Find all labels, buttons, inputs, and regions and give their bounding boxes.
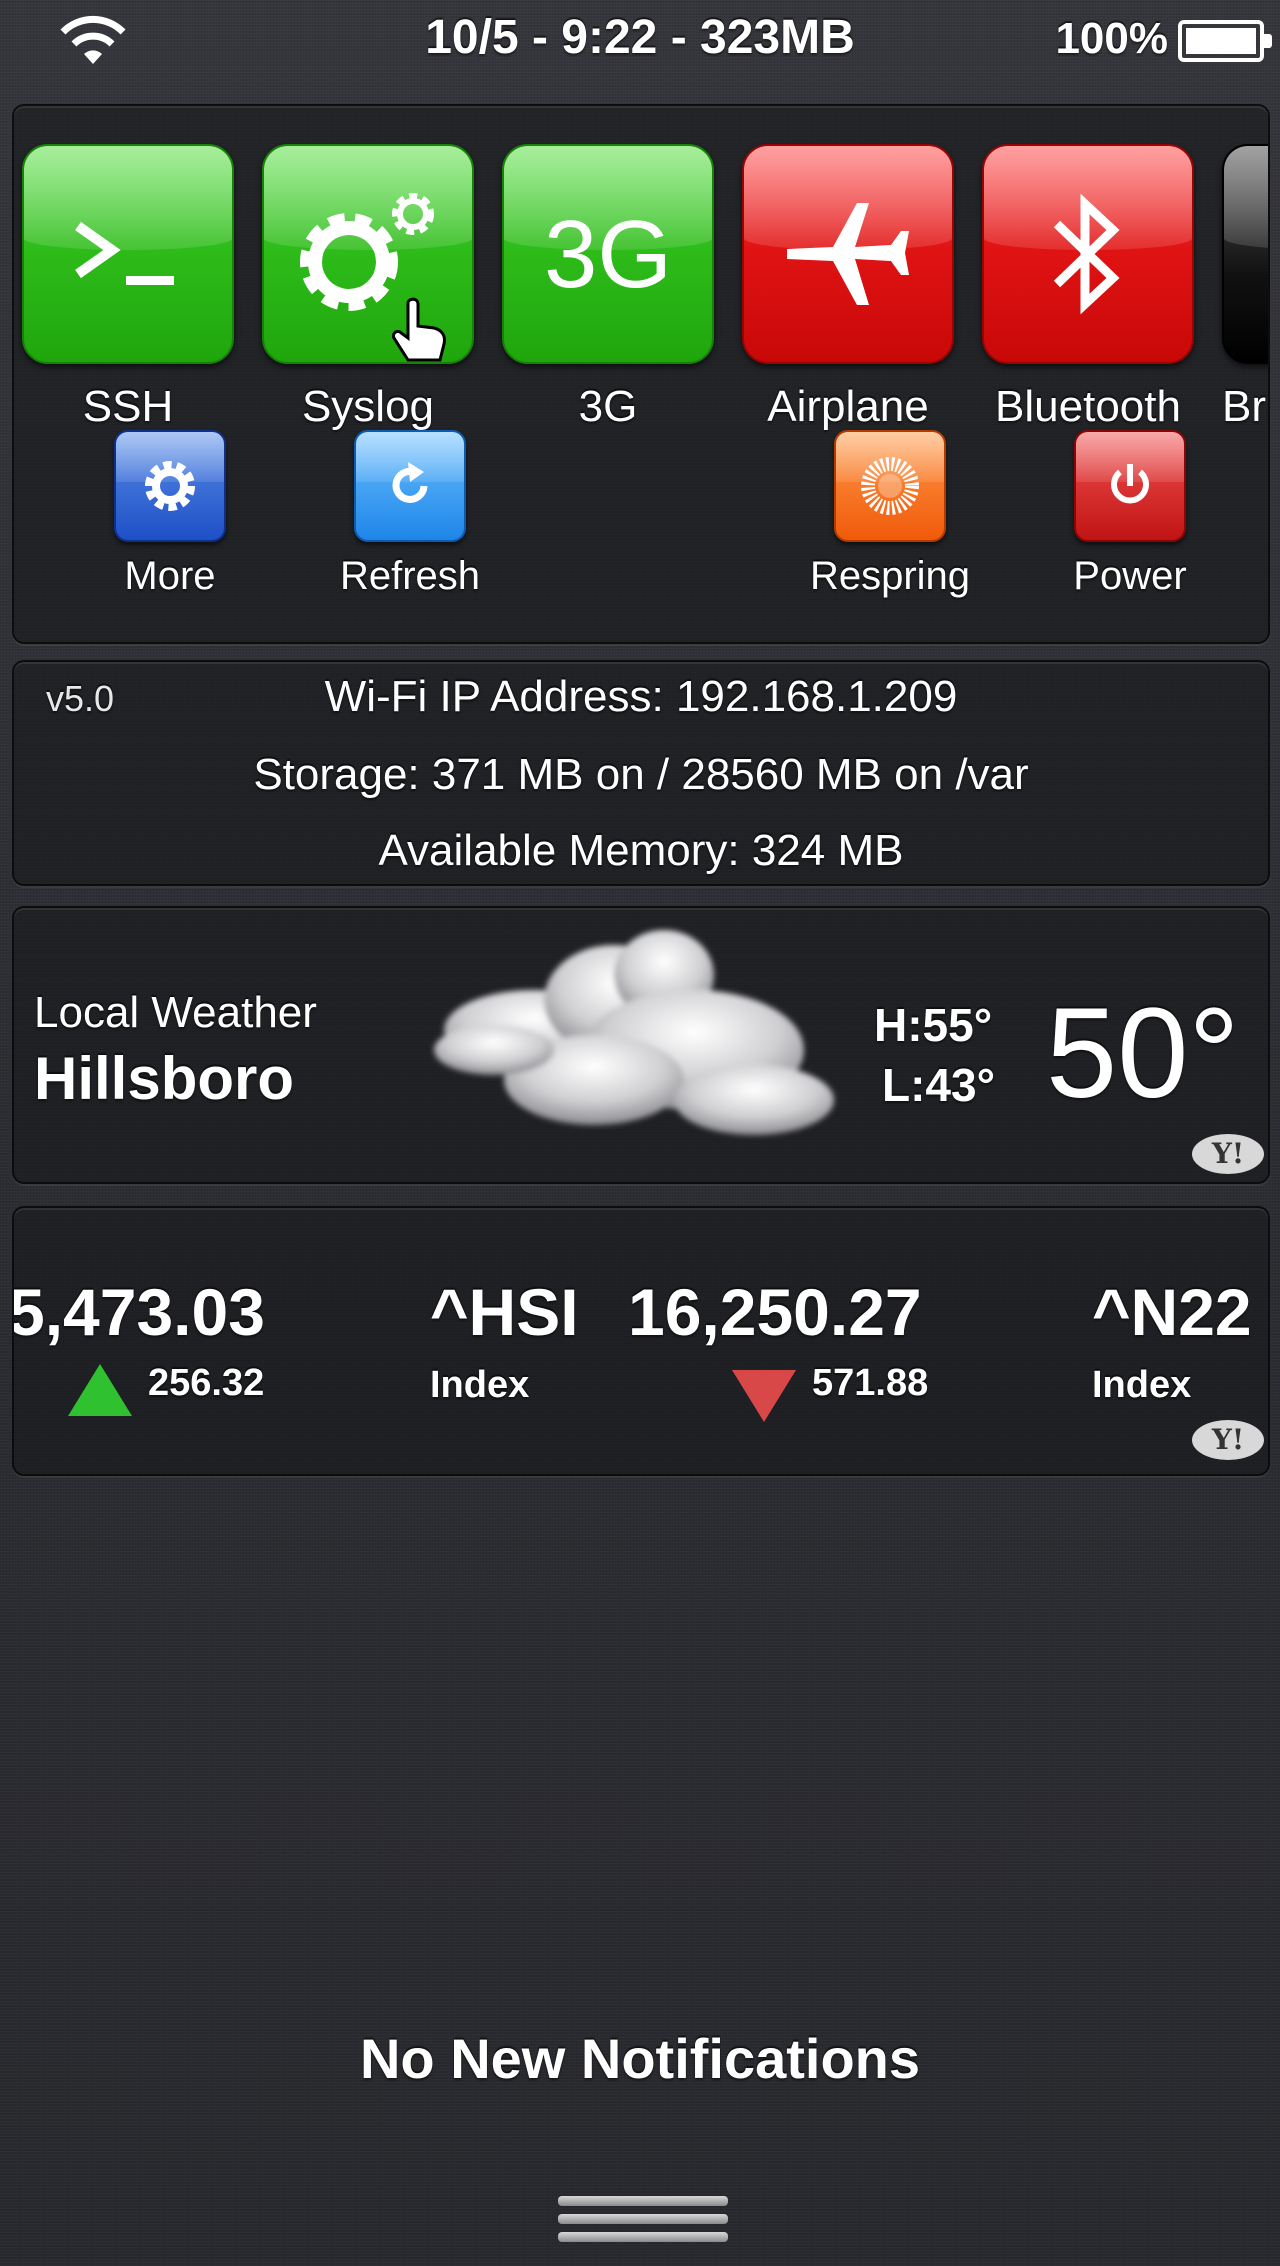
status-bar: 10/5 - 9:22 - 323MB 100% [0, 0, 1280, 82]
toggle-syslog[interactable]: Syslog [262, 144, 474, 432]
airplane-button[interactable] [742, 144, 954, 364]
airplane-icon [787, 203, 909, 305]
syslog-button[interactable] [262, 144, 474, 364]
respring-label: Respring [809, 554, 971, 598]
yahoo-badge[interactable]: Y! [1192, 1134, 1264, 1174]
toggle-bluetooth[interactable]: Bluetooth [982, 144, 1194, 432]
stock-down-arrow-icon [732, 1370, 796, 1422]
refresh-button[interactable] [354, 430, 466, 542]
no-notifications-label: No New Notifications [359, 2027, 921, 2090]
toggle-label: Syslog [301, 382, 435, 431]
stock-value: 5,473.03 [12, 1275, 265, 1349]
stocks-widget[interactable]: 5,473.03 256.32 ^HSI Index 16,250.27 571… [12, 1206, 1270, 1476]
more-button-group[interactable]: More [70, 430, 270, 599]
battery-percent: 100% [1055, 14, 1168, 63]
stock-up-arrow-icon [68, 1364, 132, 1416]
cloud-icon [434, 930, 834, 1135]
respring-button-group[interactable]: Respring [790, 430, 990, 599]
stock-symbol: ^HSI [430, 1275, 579, 1349]
refresh-icon [392, 462, 428, 503]
gear-icon [145, 461, 195, 511]
toggle-ssh[interactable]: SSH [22, 144, 234, 432]
stock-type: Index [1092, 1364, 1192, 1406]
brightness-button[interactable] [1222, 144, 1268, 364]
toggle-label: Airplane [767, 382, 929, 431]
wifi-ip-address: Wi-Fi IP Address: 192.168.1.209 [324, 672, 958, 721]
yahoo-badge[interactable]: Y! [1192, 1420, 1264, 1460]
stock-value: 16,250.27 [628, 1275, 922, 1349]
weather-high: H:55° [874, 999, 993, 1051]
toggle-brightness[interactable]: Bri [1222, 144, 1268, 432]
bluetooth-icon [1053, 193, 1120, 315]
bluetooth-button[interactable] [982, 144, 1194, 364]
toggles-panel: SSH Syslog 3G 3G Airplane Bluetooth Br M… [12, 104, 1270, 644]
sunburst-icon [861, 457, 919, 515]
more-label: More [124, 554, 216, 598]
battery-icon [1178, 20, 1272, 62]
toggle-airplane[interactable]: Airplane [742, 144, 954, 432]
power-button-group[interactable]: Power [1030, 430, 1230, 599]
stock-type: Index [430, 1364, 530, 1406]
power-button[interactable] [1074, 430, 1186, 542]
system-info-panel: v5.0 Wi-Fi IP Address: 192.168.1.209 Sto… [12, 660, 1270, 886]
toggle-3g[interactable]: 3G 3G [502, 144, 714, 432]
weather-city: Hillsboro [34, 1045, 295, 1112]
storage-info: Storage: 371 MB on / 28560 MB on /var [253, 750, 1029, 799]
weather-title: Local Weather [34, 988, 317, 1037]
weather-temperature: 50° [1046, 982, 1240, 1125]
toggle-label: SSH [82, 382, 174, 431]
power-icon [1111, 464, 1149, 504]
stock-symbol: ^N22 [1092, 1275, 1252, 1349]
3g-icon: 3G [544, 201, 672, 308]
refresh-button-group[interactable]: Refresh [310, 430, 510, 599]
more-button[interactable] [114, 430, 226, 542]
weather-widget[interactable]: Local Weather Hillsboro H:55° L:43° 50° … [12, 906, 1270, 1184]
ssh-button[interactable] [22, 144, 234, 364]
refresh-label: Refresh [339, 554, 481, 598]
battery-fill [1186, 28, 1256, 54]
respring-button[interactable] [834, 430, 946, 542]
stock-change: 571.88 [812, 1362, 929, 1404]
toggle-label: Bri [1222, 382, 1268, 431]
drawer-handle[interactable] [558, 2196, 728, 2266]
weather-low: L:43° [882, 1059, 995, 1111]
svg-text:3G: 3G [544, 201, 672, 308]
available-memory: Available Memory: 324 MB [378, 826, 904, 875]
toggle-label: Bluetooth [995, 382, 1181, 431]
pointer-hand-icon [392, 297, 446, 362]
terminal-icon [75, 221, 174, 285]
power-label: Power [1073, 554, 1187, 598]
stock-change: 256.32 [148, 1362, 265, 1404]
3g-button[interactable]: 3G [502, 144, 714, 364]
toggle-label: 3G [578, 382, 638, 431]
